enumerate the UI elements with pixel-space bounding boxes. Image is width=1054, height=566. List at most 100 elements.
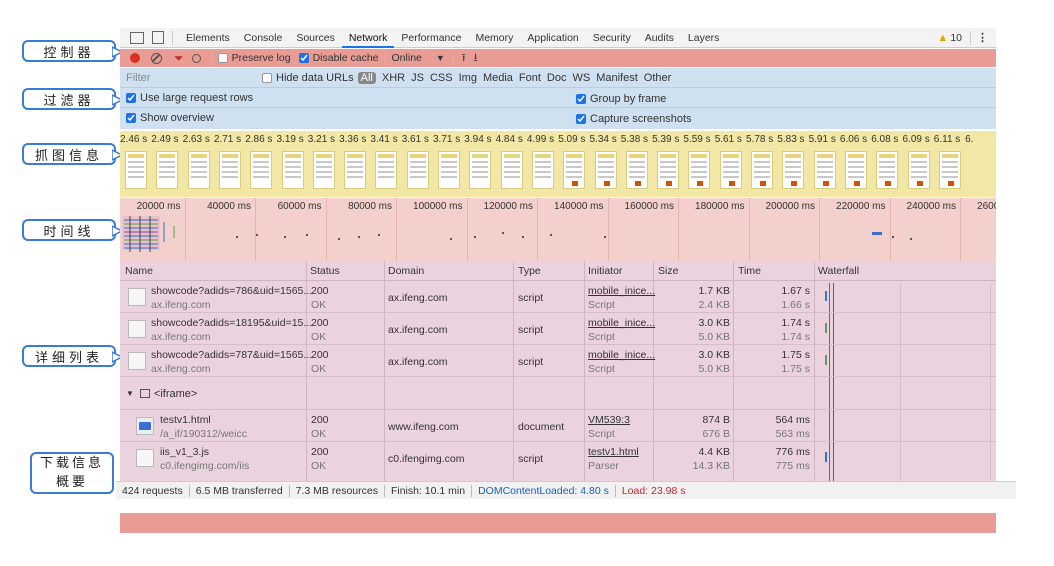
screenshot-thumbnail[interactable] — [344, 151, 367, 189]
group-by-frame-checkbox[interactable] — [576, 94, 586, 104]
expand-triangle-icon[interactable]: ▼ — [126, 389, 134, 398]
filter-input[interactable]: Filter — [126, 72, 256, 84]
col-initiator[interactable]: Initiator — [588, 265, 622, 277]
export-har-icon[interactable]: ⭳ — [474, 49, 478, 68]
waterfall-bar[interactable] — [825, 323, 827, 333]
throttle-select[interactable]: Online — [392, 52, 422, 64]
tab-network[interactable]: Network — [341, 28, 395, 48]
more-menu-icon[interactable]: ⋮ — [977, 31, 988, 44]
screenshot-thumbnail[interactable] — [719, 151, 742, 189]
row-name[interactable]: showcode?adids=786&uid=1565... — [151, 285, 312, 297]
row-initiator-link[interactable]: VM539:3 — [588, 414, 630, 426]
warning-count[interactable]: 10 — [950, 32, 962, 44]
screenshot-thumbnail[interactable] — [844, 151, 867, 189]
screenshot-thumbnail[interactable] — [375, 151, 398, 189]
col-size[interactable]: Size — [658, 265, 678, 277]
tab-audits[interactable]: Audits — [638, 28, 681, 48]
large-rows-label[interactable]: Use large request rows — [140, 92, 253, 104]
type-filter-css[interactable]: CSS — [430, 72, 453, 84]
import-har-icon[interactable]: ⭱ — [462, 49, 466, 68]
show-overview-label[interactable]: Show overview — [140, 112, 214, 124]
table-row[interactable]: iis_v1_3.js c0.ifengimg.com/iis 200 OK c… — [120, 443, 996, 474]
type-filter-other[interactable]: Other — [644, 72, 672, 84]
disable-cache-checkbox[interactable] — [298, 53, 309, 63]
show-overview-checkbox[interactable] — [126, 113, 136, 123]
throttle-dropdown-icon[interactable]: ▼ — [436, 53, 445, 63]
screenshot-thumbnail[interactable] — [438, 151, 460, 189]
screenshots-strip[interactable]: 2.46 s 2.49 s 2.63 s 2.71 s 2.86 s 3.19 s 3.21… — [120, 131, 996, 197]
tab-security[interactable]: Security — [586, 28, 638, 48]
screenshot-thumbnail[interactable] — [782, 151, 805, 189]
preserve-log-checkbox[interactable] — [217, 53, 228, 63]
tab-performance[interactable]: Performance — [394, 28, 468, 48]
type-filter-ws[interactable]: WS — [572, 72, 590, 84]
screenshot-thumbnail[interactable] — [657, 151, 680, 189]
hide-data-urls-checkbox[interactable] — [262, 72, 272, 83]
screenshot-thumbnail[interactable] — [406, 151, 429, 189]
screenshot-thumbnail[interactable] — [625, 151, 648, 189]
table-row[interactable]: testv1.html /a_if/190312/weicc 200 OK ww… — [120, 411, 996, 442]
tab-memory[interactable]: Memory — [468, 28, 520, 48]
tab-application[interactable]: Application — [520, 28, 585, 48]
large-rows-checkbox[interactable] — [126, 92, 136, 103]
screenshot-thumbnail[interactable] — [125, 151, 147, 189]
type-filter-manifest[interactable]: Manifest — [596, 72, 638, 84]
screenshot-thumbnail[interactable] — [594, 151, 617, 189]
row-initiator-link[interactable]: mobile_inice... — [588, 285, 655, 297]
screenshot-thumbnail[interactable] — [813, 151, 836, 189]
console-drawer-bar[interactable] — [120, 513, 996, 533]
type-filter-js[interactable]: JS — [411, 72, 424, 84]
table-row[interactable]: showcode?adids=18195&uid=15... ax.ifeng.… — [120, 314, 996, 345]
disable-cache-label[interactable]: Disable cache — [313, 52, 379, 64]
waterfall-bar[interactable] — [825, 452, 827, 462]
col-type[interactable]: Type — [518, 265, 541, 277]
hide-data-urls-label[interactable]: Hide data URLs — [276, 72, 354, 84]
col-waterfall[interactable]: Waterfall — [818, 265, 859, 277]
screenshot-thumbnail[interactable] — [500, 151, 523, 189]
record-icon[interactable] — [130, 53, 140, 63]
frame-group-row[interactable]: ▼ <iframe> — [120, 378, 996, 410]
col-domain[interactable]: Domain — [388, 265, 424, 277]
screenshot-thumbnail[interactable] — [156, 151, 179, 189]
screenshot-thumbnail[interactable] — [563, 151, 586, 189]
capture-screenshots-label[interactable]: Capture screenshots — [590, 113, 692, 125]
tab-sources[interactable]: Sources — [289, 28, 342, 48]
device-toggle-icon[interactable] — [152, 31, 164, 44]
col-name[interactable]: Name — [125, 265, 153, 277]
table-row[interactable]: showcode?adids=787&uid=1565... ax.ifeng.… — [120, 346, 996, 377]
warning-icon[interactable]: ▲ — [937, 32, 948, 44]
screenshot-thumbnail[interactable] — [469, 151, 492, 189]
type-filter-all[interactable]: All — [357, 71, 376, 84]
type-filter-font[interactable]: Font — [519, 72, 541, 84]
inspect-icon[interactable] — [130, 31, 144, 44]
screenshot-thumbnail[interactable] — [312, 151, 335, 189]
filter-funnel-icon[interactable]: ⏷ — [174, 51, 184, 66]
screenshot-thumbnail[interactable] — [531, 151, 554, 189]
screenshot-thumbnail[interactable] — [876, 151, 899, 189]
capture-screenshots-checkbox[interactable] — [576, 114, 586, 124]
screenshot-thumbnail[interactable] — [218, 151, 241, 189]
screenshot-thumbnail[interactable] — [751, 151, 773, 189]
row-name[interactable]: testv1.html — [160, 414, 211, 426]
clear-icon[interactable] — [151, 52, 162, 64]
tab-layers[interactable]: Layers — [681, 28, 727, 48]
screenshot-thumbnail[interactable] — [281, 151, 304, 189]
timeline-overview[interactable]: 20000 ms 40000 ms 60000 ms 80000 ms 100000 m… — [120, 198, 996, 261]
screenshot-thumbnail[interactable] — [907, 151, 930, 189]
table-row[interactable]: showcode?adids=786&uid=1565... ax.ifeng.… — [120, 282, 996, 313]
type-filter-media[interactable]: Media — [483, 72, 513, 84]
tab-console[interactable]: Console — [237, 28, 290, 48]
screenshot-thumbnail[interactable] — [187, 151, 210, 189]
type-filter-xhr[interactable]: XHR — [382, 72, 405, 84]
group-by-frame-label[interactable]: Group by frame — [590, 93, 666, 105]
row-initiator-link[interactable]: testv1.html — [588, 446, 639, 458]
screenshot-thumbnail[interactable] — [938, 151, 961, 189]
waterfall-bar[interactable] — [825, 355, 827, 365]
row-initiator-link[interactable]: mobile_inice... — [588, 317, 655, 329]
waterfall-bar[interactable] — [825, 291, 827, 301]
search-icon[interactable] — [191, 53, 201, 63]
col-time[interactable]: Time — [738, 265, 761, 277]
row-name[interactable]: iis_v1_3.js — [160, 446, 209, 458]
row-name[interactable]: showcode?adids=18195&uid=15... — [151, 317, 312, 329]
row-name[interactable]: showcode?adids=787&uid=1565... — [151, 349, 312, 361]
